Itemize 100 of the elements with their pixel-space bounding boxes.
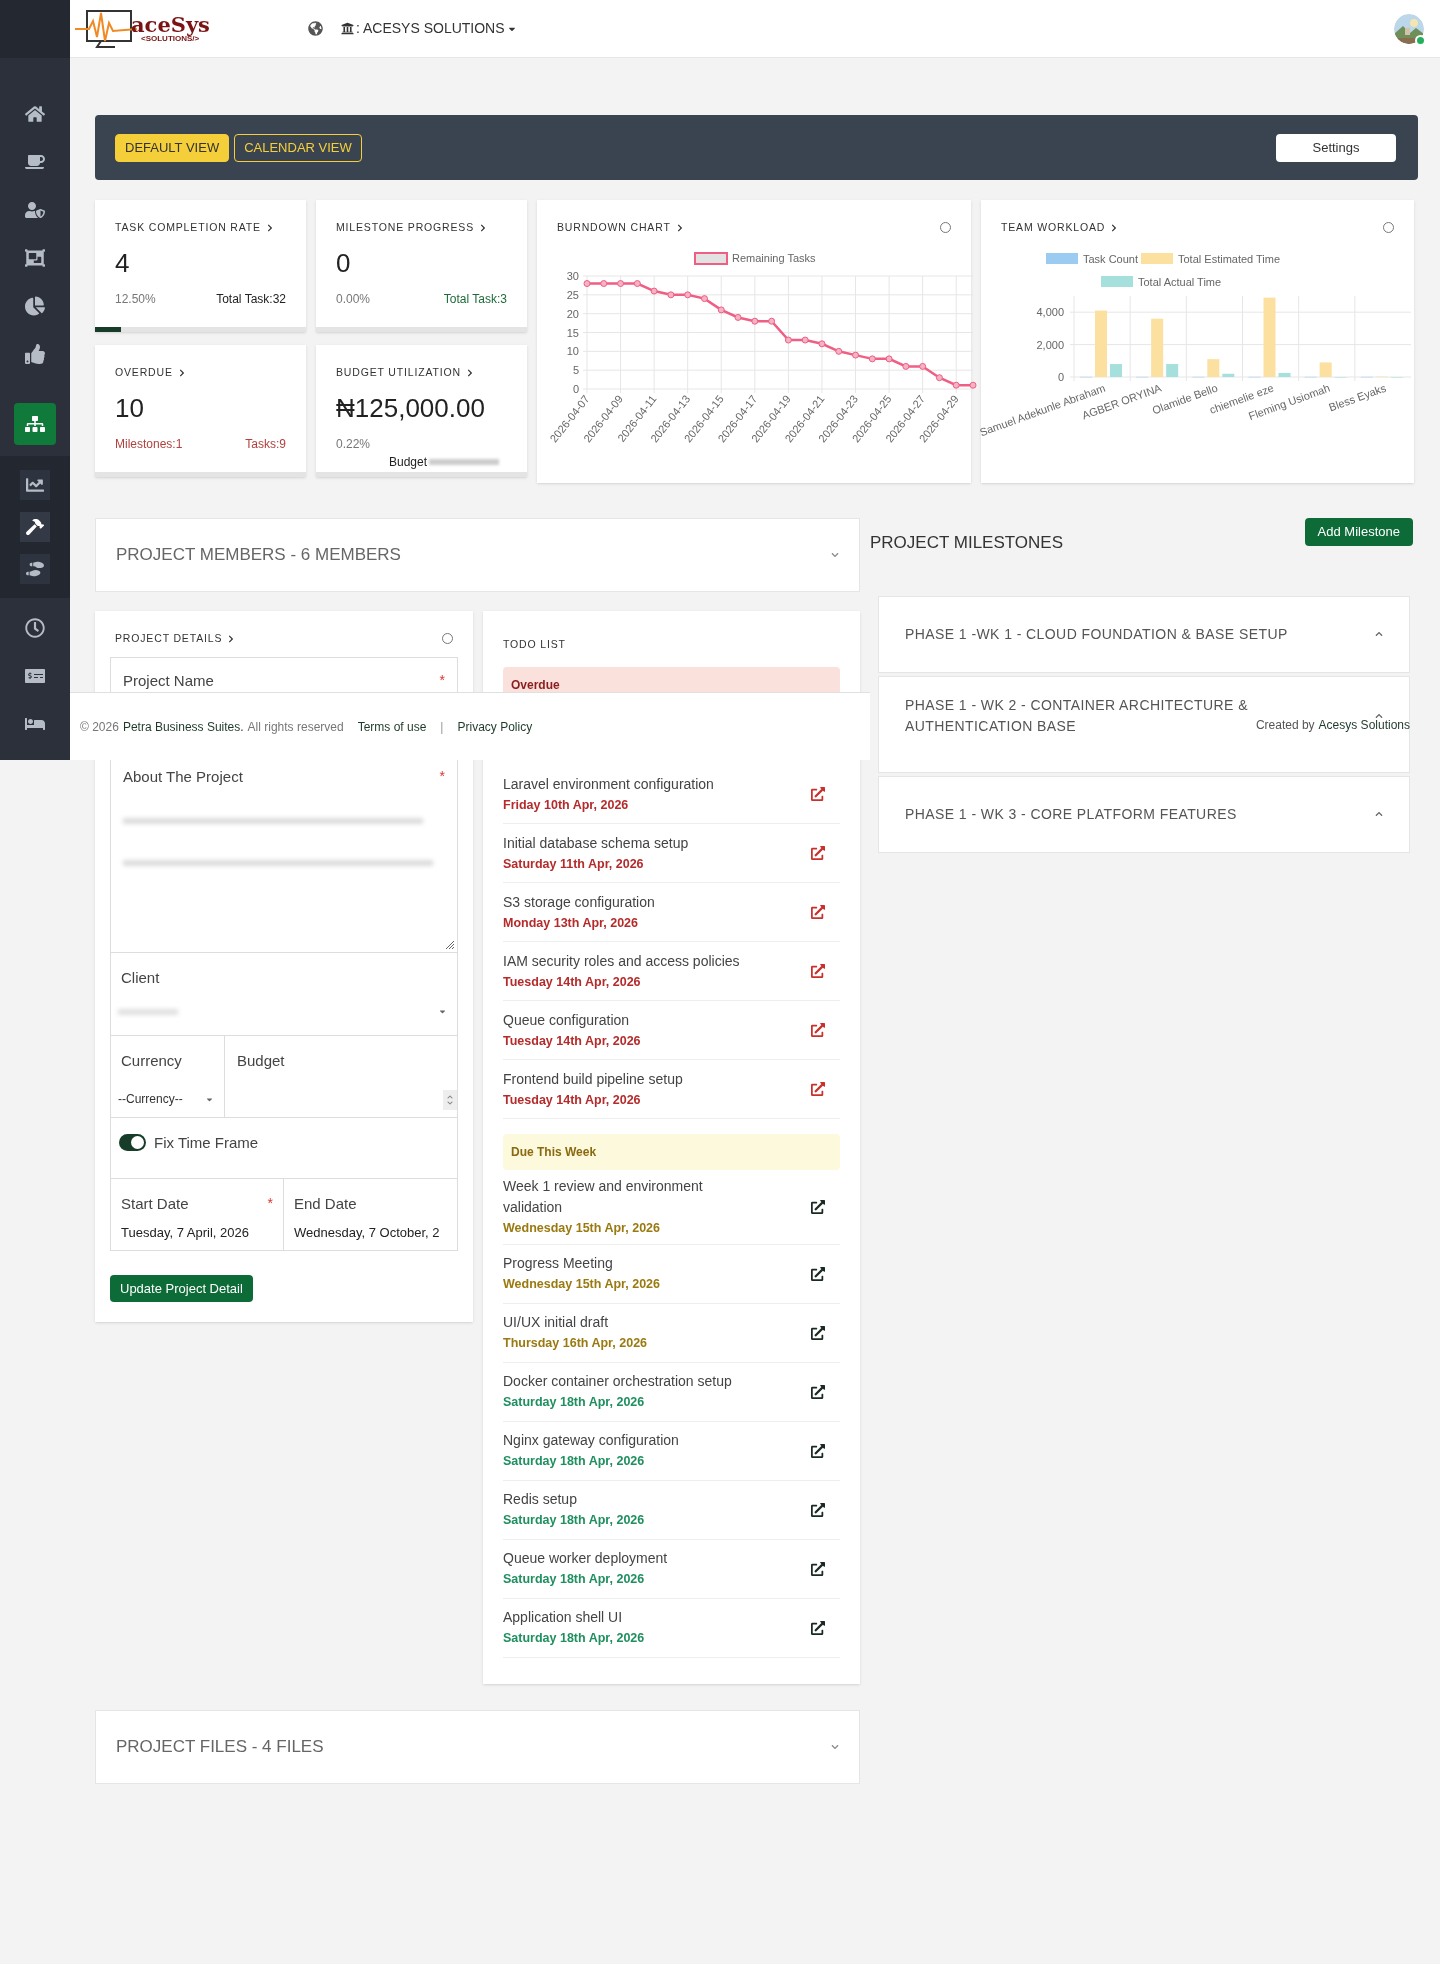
section-title: PROJECT MILESTONES bbox=[870, 532, 1064, 554]
card-title-link[interactable]: OVERDUE bbox=[115, 365, 186, 381]
data-point bbox=[784, 336, 792, 344]
footer-link[interactable]: Terms of use bbox=[357, 717, 427, 736]
task-title: Redis setup bbox=[503, 1490, 578, 1510]
axis-tick-label: 4,000 bbox=[1036, 305, 1064, 318]
user-shield-icon bbox=[25, 200, 45, 220]
spinner-icon bbox=[443, 1090, 457, 1111]
accordion-header[interactable]: PROJECT MEMBERS - 6 MEMBERS bbox=[95, 518, 860, 592]
resize-grip-icon bbox=[445, 939, 455, 950]
card-title-link[interactable]: TASK COMPLETION RATE bbox=[115, 220, 274, 236]
axis-tick-label: 15 bbox=[566, 326, 579, 339]
task-date: Saturday 11th Apr, 2026 bbox=[503, 855, 645, 873]
clock-icon bbox=[25, 618, 45, 638]
credit-text: Created by bbox=[1255, 717, 1315, 734]
card-title-link[interactable]: PROJECT DETAILS bbox=[115, 631, 236, 647]
chevron-right-icon bbox=[1110, 223, 1119, 232]
data-point bbox=[667, 291, 675, 299]
globe-icon[interactable] bbox=[307, 21, 323, 36]
card-title: TODO LIST bbox=[503, 638, 566, 650]
field-label: End Date bbox=[294, 1193, 357, 1214]
task-date: Monday 13th Apr, 2026 bbox=[503, 914, 639, 932]
field-label: Currency bbox=[121, 1050, 182, 1071]
milestone-header[interactable]: PHASE 1 - WK 3 - CORE PLATFORM FEATURES bbox=[878, 775, 1410, 853]
sidebar-subitem[interactable] bbox=[20, 554, 50, 584]
legend-swatch bbox=[1101, 275, 1133, 287]
milestone-header[interactable]: PHASE 1 -WK 1 - CLOUD FOUNDATION & BASE SETUP bbox=[878, 595, 1410, 673]
axis-tick-label: 0 bbox=[1057, 370, 1064, 383]
axis-tick-label: 20 bbox=[566, 307, 579, 320]
card-title-link[interactable]: BURNDOWN CHART bbox=[557, 220, 684, 236]
external-link-icon[interactable] bbox=[811, 1199, 825, 1214]
chevron-right-icon bbox=[466, 368, 474, 377]
data-point bbox=[969, 381, 977, 389]
stat-caption: 12.50% bbox=[115, 290, 156, 308]
bar bbox=[1110, 363, 1122, 377]
about-textarea[interactable]: About The Project * bbox=[110, 757, 458, 953]
footer-link[interactable]: Privacy Policy bbox=[457, 717, 533, 736]
bar bbox=[1151, 318, 1164, 377]
chevron-right-icon bbox=[177, 368, 186, 377]
redacted-text bbox=[429, 458, 500, 465]
external-link-icon[interactable] bbox=[811, 1266, 825, 1281]
company-link[interactable]: Petra Business Suites. bbox=[122, 717, 244, 736]
update-project-button[interactable]: Update Project Detail bbox=[110, 1274, 253, 1302]
project-name-field[interactable]: Project Name * bbox=[110, 656, 458, 692]
chevron-right-icon bbox=[675, 223, 684, 232]
data-point bbox=[751, 317, 759, 325]
required-mark: * bbox=[439, 766, 445, 786]
organization-dropdown[interactable]: : ACESYS SOLUTIONS bbox=[340, 18, 517, 39]
external-link-icon[interactable] bbox=[811, 1384, 825, 1399]
data-point bbox=[768, 317, 776, 325]
axis-tick-label: 0 bbox=[572, 382, 579, 395]
task-date: Wednesday 15th Apr, 2026 bbox=[503, 1276, 661, 1294]
external-link-icon[interactable] bbox=[811, 1443, 825, 1458]
required-mark: * bbox=[267, 1193, 273, 1213]
data-point bbox=[717, 306, 725, 314]
creator-link[interactable]: Acesys Solutions bbox=[1318, 716, 1410, 734]
stat-caption: 0.00% bbox=[336, 290, 371, 308]
task-title: Application shell UI bbox=[503, 1608, 624, 1628]
add-milestone-button[interactable]: Add Milestone bbox=[1304, 518, 1413, 546]
toggle-switch[interactable] bbox=[119, 1133, 146, 1151]
chevron-down-icon bbox=[831, 1742, 839, 1751]
settings-button[interactable]: Settings bbox=[1276, 133, 1396, 162]
currency-select[interactable]: Currency --Currency-- bbox=[110, 1035, 225, 1118]
external-link-icon[interactable] bbox=[811, 1325, 825, 1340]
view-tab[interactable]: CALENDAR VIEW bbox=[234, 133, 362, 162]
logo-tagline: <SOLUTIONS/> bbox=[141, 35, 200, 43]
task-date: Saturday 18th Apr, 2026 bbox=[503, 1394, 646, 1412]
sidebar-subitem[interactable] bbox=[20, 512, 50, 542]
view-tab[interactable]: DEFAULT VIEW bbox=[115, 133, 230, 162]
stat-caption: Tasks:9 bbox=[245, 435, 286, 453]
budget-field[interactable]: Budget bbox=[225, 1035, 458, 1118]
external-link-icon[interactable] bbox=[811, 1502, 825, 1517]
date-field[interactable]: End Date Wednesday, 7 October, 2 bbox=[284, 1178, 458, 1251]
field-label: Project Name bbox=[123, 670, 214, 691]
data-point bbox=[600, 279, 608, 287]
bar bbox=[1095, 310, 1107, 377]
logo-text: aceSys bbox=[131, 14, 210, 35]
bank-icon bbox=[340, 22, 354, 35]
sidebar-subitem[interactable] bbox=[20, 470, 50, 500]
frame-icon bbox=[25, 248, 45, 268]
card-title-link[interactable]: TEAM WORKLOAD bbox=[1001, 220, 1119, 236]
data-point bbox=[818, 340, 826, 348]
card-title-link[interactable]: MILESTONE PROGRESS bbox=[336, 220, 488, 236]
client-select[interactable]: Client bbox=[110, 952, 458, 1036]
external-link-icon[interactable] bbox=[811, 1561, 825, 1576]
external-link-icon[interactable] bbox=[811, 1620, 825, 1635]
bar bbox=[1222, 373, 1235, 377]
task-date: Tuesday 14th Apr, 2026 bbox=[503, 1032, 642, 1050]
data-point bbox=[801, 336, 809, 344]
date-field[interactable]: Start Date * Tuesday, 7 April, 2026 bbox=[110, 1178, 284, 1251]
task-date: Saturday 18th Apr, 2026 bbox=[503, 1571, 646, 1589]
axis-tick-label: 10 bbox=[566, 345, 579, 358]
stat-value: 4 bbox=[115, 249, 131, 276]
coffee-icon bbox=[25, 152, 45, 172]
axis-tick-label: 30 bbox=[566, 269, 579, 282]
field-label: Client bbox=[121, 967, 160, 988]
bar bbox=[1319, 362, 1332, 377]
sidebar-item[interactable] bbox=[14, 403, 56, 445]
accordion-header[interactable]: PROJECT FILES - 4 FILES bbox=[95, 1709, 860, 1784]
card-title-link[interactable]: BUDGET UTILIZATION bbox=[336, 365, 474, 381]
